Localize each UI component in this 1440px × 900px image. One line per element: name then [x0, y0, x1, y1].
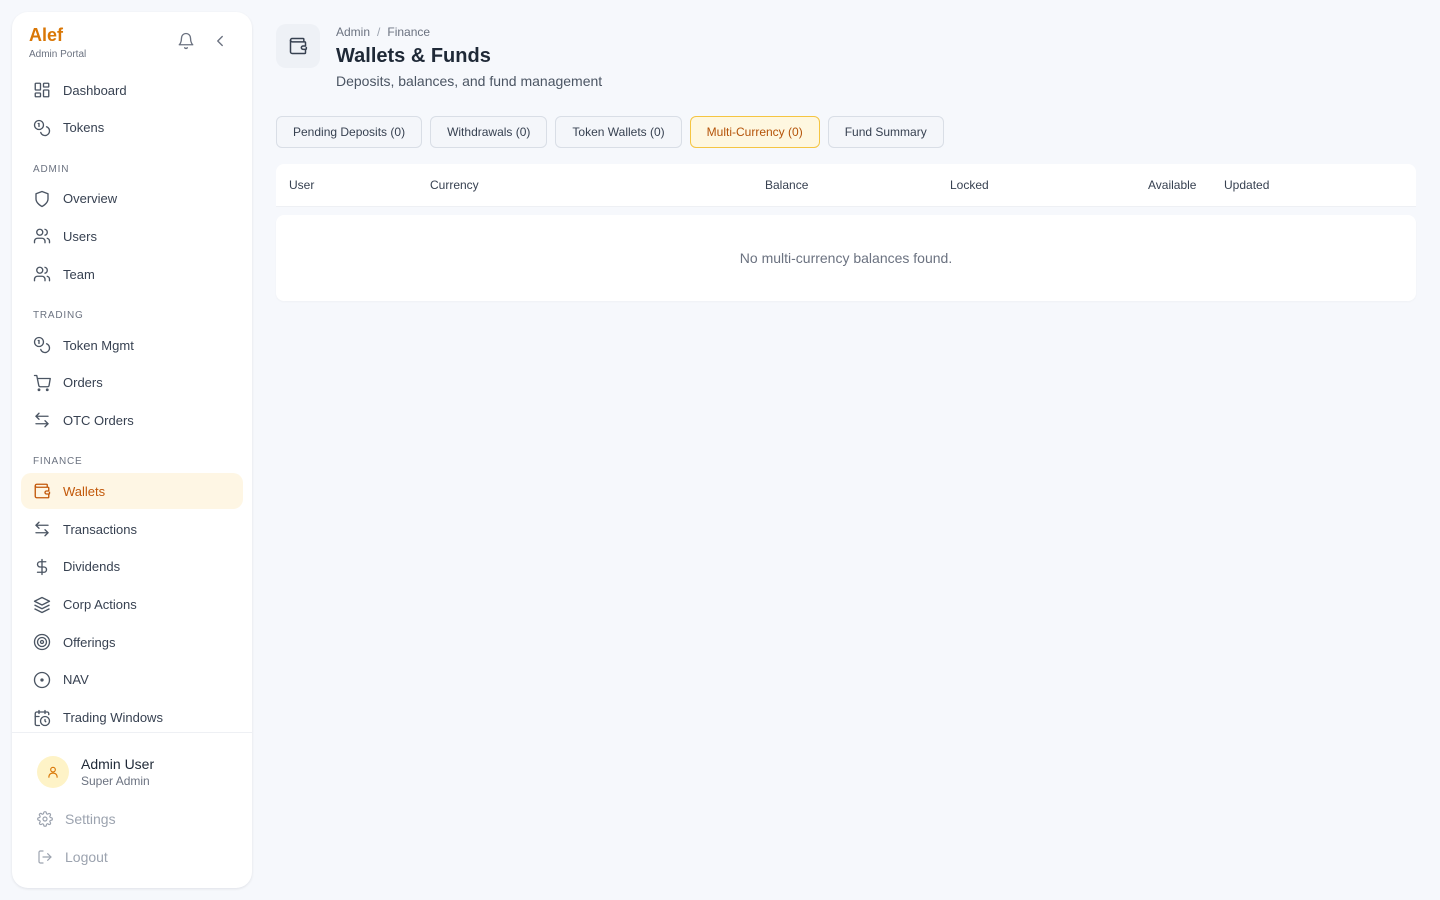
dollar-icon: [33, 558, 51, 576]
wallet-icon: [33, 482, 51, 500]
sidebar-nav: Dashboard Tokens ADMIN Overview Users Te…: [21, 72, 243, 737]
user-icon: [48, 766, 58, 778]
coins-icon: [33, 336, 51, 354]
main-content: Admin / Finance Wallets & Funds Deposits…: [276, 0, 1416, 900]
section-label-admin: ADMIN: [33, 163, 70, 175]
sidebar-item-label: Users: [63, 228, 97, 244]
sidebar-item-label: NAV: [63, 672, 89, 688]
sidebar-item-orders[interactable]: Orders: [21, 365, 243, 401]
sidebar-item-label: Team: [63, 266, 95, 282]
gear-icon: [37, 811, 53, 827]
dashboard-icon: [33, 81, 51, 99]
empty-state-message: No multi-currency balances found.: [739, 250, 953, 266]
brand-name: Alef: [29, 25, 64, 45]
sidebar-item-transactions[interactable]: Transactions: [21, 511, 243, 547]
page-title: Wallets & Funds: [336, 45, 491, 67]
avatar: [37, 756, 69, 788]
settings-label: Settings: [65, 811, 116, 827]
page-subtitle: Deposits, balances, and fund management: [336, 73, 603, 89]
sidebar-item-label: Overview: [63, 191, 118, 207]
users-icon: [33, 227, 51, 245]
brand[interactable]: Alef Admin Portal: [29, 25, 86, 61]
sidebar-item-offerings[interactable]: Offerings: [21, 624, 243, 660]
section-label-trading: TRADING: [33, 310, 84, 322]
column-header-available[interactable]: Available: [1148, 178, 1196, 192]
column-header-updated[interactable]: Updated: [1224, 178, 1269, 192]
sidebar-item-label: Corp Actions: [63, 597, 137, 612]
sidebar-item-corp-actions[interactable]: Corp Actions: [21, 587, 243, 623]
tab-token-wallets[interactable]: Token Wallets (0): [555, 116, 682, 148]
column-header-balance[interactable]: Balance: [765, 178, 808, 192]
tab-fund-summary[interactable]: Fund Summary: [827, 116, 944, 148]
section-label-finance: FINANCE: [33, 456, 83, 468]
empty-state: No multi-currency balances found.: [276, 215, 1416, 301]
sidebar-item-trading-windows[interactable]: Trading Windows: [21, 700, 243, 736]
coins-icon: [33, 119, 51, 137]
breadcrumb-item-finance[interactable]: Finance: [387, 25, 430, 39]
sidebar-item-dashboard[interactable]: Dashboard: [21, 72, 243, 108]
sidebar-item-label: Token Mgmt: [63, 337, 134, 353]
sidebar-item-team[interactable]: Team: [21, 256, 243, 292]
user-role: Super Admin: [81, 774, 150, 788]
sidebar-item-tokens[interactable]: Tokens: [21, 110, 243, 146]
tab-bar: Pending Deposits (0) Withdrawals (0) Tok…: [276, 116, 952, 148]
arrows-icon: [33, 411, 51, 429]
sidebar-item-wallets[interactable]: Wallets: [21, 473, 243, 510]
settings-button[interactable]: Settings: [37, 811, 116, 827]
sidebar-item-label: Offerings: [63, 634, 116, 650]
sidebar-footer: Admin User Super Admin Settings Logout: [12, 732, 252, 888]
column-header-currency[interactable]: Currency: [430, 178, 479, 192]
tab-multi-currency[interactable]: Multi-Currency (0): [689, 116, 820, 148]
sidebar: Alef Admin Portal Dashboard Tokens ADMIN…: [12, 12, 252, 888]
team-icon: [33, 265, 51, 283]
sidebar-item-label: Trading Windows: [63, 710, 163, 726]
breadcrumb-separator: /: [377, 25, 381, 39]
wallet-icon: [276, 24, 320, 68]
sidebar-item-label: Transactions: [63, 521, 137, 537]
brand-subtitle: Admin Portal: [29, 49, 87, 60]
bell-icon[interactable]: [177, 32, 195, 50]
layers-icon: [33, 596, 51, 614]
chevron-left-icon[interactable]: [211, 32, 229, 50]
user-profile[interactable]: Admin User Super Admin: [37, 756, 154, 788]
breadcrumb-item-admin[interactable]: Admin: [336, 25, 370, 39]
logout-icon: [37, 849, 53, 865]
sidebar-item-dividends[interactable]: Dividends: [21, 549, 243, 585]
sidebar-item-users[interactable]: Users: [21, 218, 243, 254]
tab-withdrawals[interactable]: Withdrawals (0): [430, 116, 548, 148]
logout-label: Logout: [65, 849, 108, 865]
sidebar-item-otc-orders[interactable]: OTC Orders: [21, 402, 243, 438]
cart-icon: [33, 374, 51, 392]
sidebar-item-label: Orders: [63, 375, 103, 391]
column-header-locked[interactable]: Locked: [950, 178, 989, 192]
sidebar-item-label: Dividends: [63, 559, 121, 575]
column-header-user[interactable]: User: [289, 178, 314, 192]
logout-button[interactable]: Logout: [37, 849, 108, 865]
sidebar-item-overview[interactable]: Overview: [21, 181, 243, 217]
shield-icon: [33, 190, 51, 208]
tab-pending-deposits[interactable]: Pending Deposits (0): [276, 116, 423, 148]
user-name: Admin User: [81, 756, 155, 772]
circle-dot-icon: [33, 671, 51, 689]
sidebar-item-label: Tokens: [63, 120, 105, 136]
arrows-icon: [33, 520, 51, 538]
sidebar-item-label: Dashboard: [63, 82, 127, 98]
sidebar-item-nav[interactable]: NAV: [21, 662, 243, 698]
sidebar-item-label: Wallets: [63, 483, 106, 499]
sidebar-item-token-mgmt[interactable]: Token Mgmt: [21, 327, 243, 363]
target-icon: [33, 633, 51, 651]
table-header: User Currency Balance Locked Available U…: [276, 164, 1416, 207]
sidebar-item-label: OTC Orders: [63, 412, 134, 428]
calendar-clock-icon: [33, 709, 51, 727]
breadcrumb: Admin / Finance: [336, 25, 430, 39]
